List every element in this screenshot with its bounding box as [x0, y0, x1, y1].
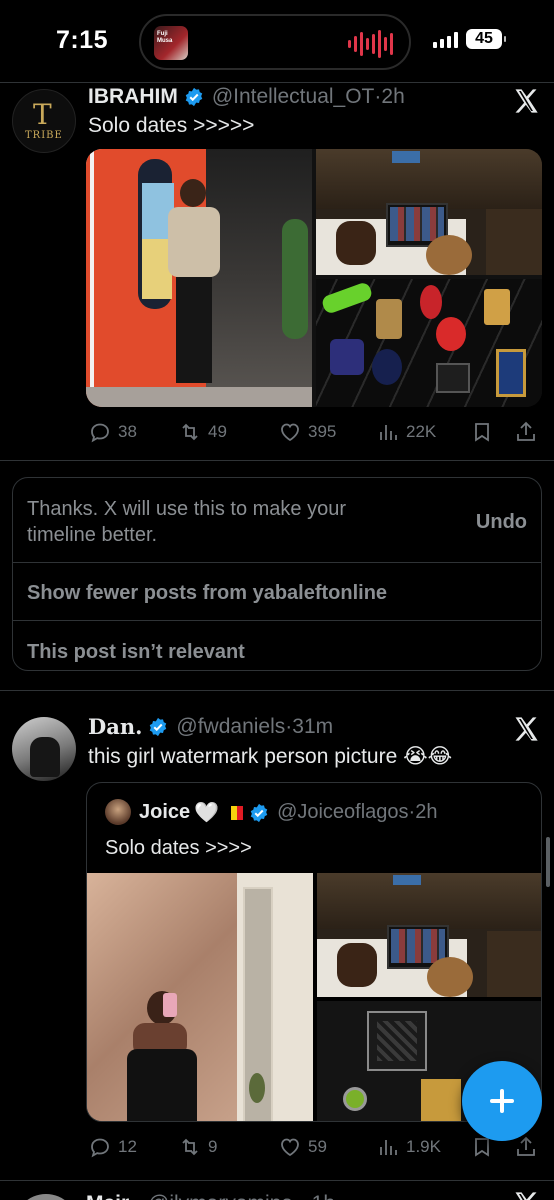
feedback-card: Thanks. X will use this to make your tim… — [12, 477, 542, 671]
media-photo-perfumes[interactable] — [316, 279, 542, 407]
reply-icon — [91, 1138, 109, 1158]
tweet-media-grid[interactable] — [86, 149, 542, 407]
quote-header: Joice 🤍 @Joiceoflagos · 2h — [139, 800, 437, 825]
handle[interactable]: @Intellectual_OT — [212, 85, 375, 109]
tweet-text: this girl watermark person picture 😭😂 — [88, 745, 453, 768]
bookmark-icon — [475, 423, 489, 442]
share-button[interactable] — [514, 420, 538, 444]
handle[interactable]: @ilymaryamina · 1h — [148, 1192, 335, 1200]
views-button[interactable]: 1.9K — [376, 1135, 441, 1159]
separator-dot: · — [285, 714, 293, 738]
repost-icon — [182, 1138, 198, 1156]
cellular-signal-icon — [433, 32, 458, 48]
scrollbar-thumb[interactable] — [546, 837, 550, 887]
status-bar: 7:15 Fuji Musa 45 — [0, 0, 554, 82]
show-fewer-button[interactable]: Show fewer posts from yabaleftonline — [27, 582, 387, 605]
x-logo-icon — [515, 1192, 537, 1200]
heart-icon — [281, 1138, 299, 1157]
tweet-divider — [0, 1180, 554, 1181]
separator-dot: · — [408, 801, 416, 823]
avatar-logo-word: TRIBE — [25, 130, 63, 141]
timestamp[interactable]: 31m — [292, 715, 333, 739]
x-logo-icon — [515, 89, 538, 113]
avatar[interactable] — [12, 717, 76, 781]
dynamic-island[interactable]: Fuji Musa — [139, 14, 411, 70]
undo-button[interactable]: Undo — [476, 511, 527, 534]
quote-display-name: Joice — [139, 801, 191, 823]
tweet-header: IBRAHIM @Intellectual_OT · 2h — [88, 85, 405, 109]
avatar[interactable] — [14, 1194, 78, 1200]
like-count: 395 — [308, 422, 337, 441]
like-button[interactable]: 59 — [278, 1135, 327, 1159]
tweet-header: Dan. @fwdaniels · 31m — [88, 714, 333, 739]
views-chart-icon — [380, 1140, 397, 1155]
views-button[interactable]: 22K — [376, 420, 436, 444]
tweet-divider — [0, 690, 554, 691]
avatar-figure — [30, 737, 60, 777]
reply-count: 12 — [118, 1137, 137, 1156]
share-button[interactable] — [514, 1135, 538, 1159]
reply-count: 38 — [118, 422, 137, 441]
quote-timestamp: 2h — [415, 801, 438, 823]
repost-button[interactable]: 49 — [178, 420, 227, 444]
tweet-text: Solo dates >>>>> — [88, 114, 255, 137]
heart-icon — [281, 423, 299, 442]
tweet-actions: 12 9 59 1.9K — [0, 1132, 554, 1162]
next-tweet-peek[interactable]: Mair @ilymaryamina · 1h — [0, 1186, 554, 1200]
x-logo-icon — [515, 717, 538, 741]
status-time: 7:15 — [56, 26, 109, 54]
quote-avatar[interactable] — [105, 799, 131, 825]
repost-button[interactable]: 9 — [178, 1135, 217, 1159]
tweet-divider — [0, 460, 554, 461]
now-playing-thumbnail: Fuji Musa — [154, 26, 188, 60]
media-photo-woman-mirror[interactable] — [87, 873, 313, 1121]
tweet-ibrahim[interactable]: T TRIBE IBRAHIM @Intellectual_OT · 2h So… — [0, 83, 554, 460]
verified-badge-icon — [150, 717, 167, 736]
views-chart-icon — [380, 425, 397, 440]
verified-badge-icon — [185, 87, 203, 107]
compose-plus-icon[interactable] — [462, 1061, 542, 1141]
timestamp[interactable]: 2h — [381, 85, 404, 109]
now-playing-thumb-text: Fuji Musa — [157, 31, 173, 44]
display-name[interactable]: IBRAHIM — [88, 85, 178, 109]
display-name[interactable]: Mair — [86, 1192, 129, 1200]
separator-dot: · — [374, 85, 382, 108]
reply-button[interactable]: 12 — [88, 1135, 137, 1159]
repost-count: 49 — [208, 422, 227, 441]
reply-icon — [91, 423, 109, 443]
views-count: 22K — [406, 422, 437, 441]
belgium-flag-icon — [225, 805, 244, 820]
tweet-actions: 38 49 395 22K — [0, 417, 554, 447]
repost-icon — [182, 423, 198, 441]
quote-handle: @Joiceoflagos — [277, 801, 409, 823]
bookmark-button[interactable] — [470, 420, 494, 444]
handle[interactable]: @fwdaniels — [176, 715, 285, 739]
like-count: 59 — [308, 1137, 327, 1156]
like-button[interactable]: 395 — [278, 420, 336, 444]
feedback-message: Thanks. X will use this to make your tim… — [27, 498, 347, 546]
audio-waveform-icon — [348, 30, 393, 58]
avatar-logo-letter: T — [33, 98, 52, 131]
battery-icon: 45 — [466, 29, 506, 49]
avatar[interactable]: T TRIBE — [12, 89, 76, 153]
repost-count: 9 — [208, 1137, 218, 1156]
share-icon — [517, 421, 535, 441]
media-photo-man-mural[interactable] — [86, 149, 312, 407]
views-count: 1.9K — [406, 1137, 441, 1156]
verified-badge-icon — [250, 803, 268, 822]
feedback-divider — [13, 620, 541, 621]
media-photo-restaurant[interactable] — [317, 873, 541, 997]
reply-button[interactable]: 38 — [88, 420, 137, 444]
media-photo-restaurant[interactable] — [316, 149, 542, 275]
quote-heart-emoji: 🤍 — [194, 802, 220, 824]
feedback-divider — [13, 562, 541, 563]
quote-text: Solo dates >>>> — [105, 837, 252, 859]
not-relevant-button[interactable]: This post isn’t relevant — [27, 641, 245, 664]
share-icon — [517, 1136, 535, 1156]
display-name[interactable]: Dan. — [88, 714, 142, 739]
